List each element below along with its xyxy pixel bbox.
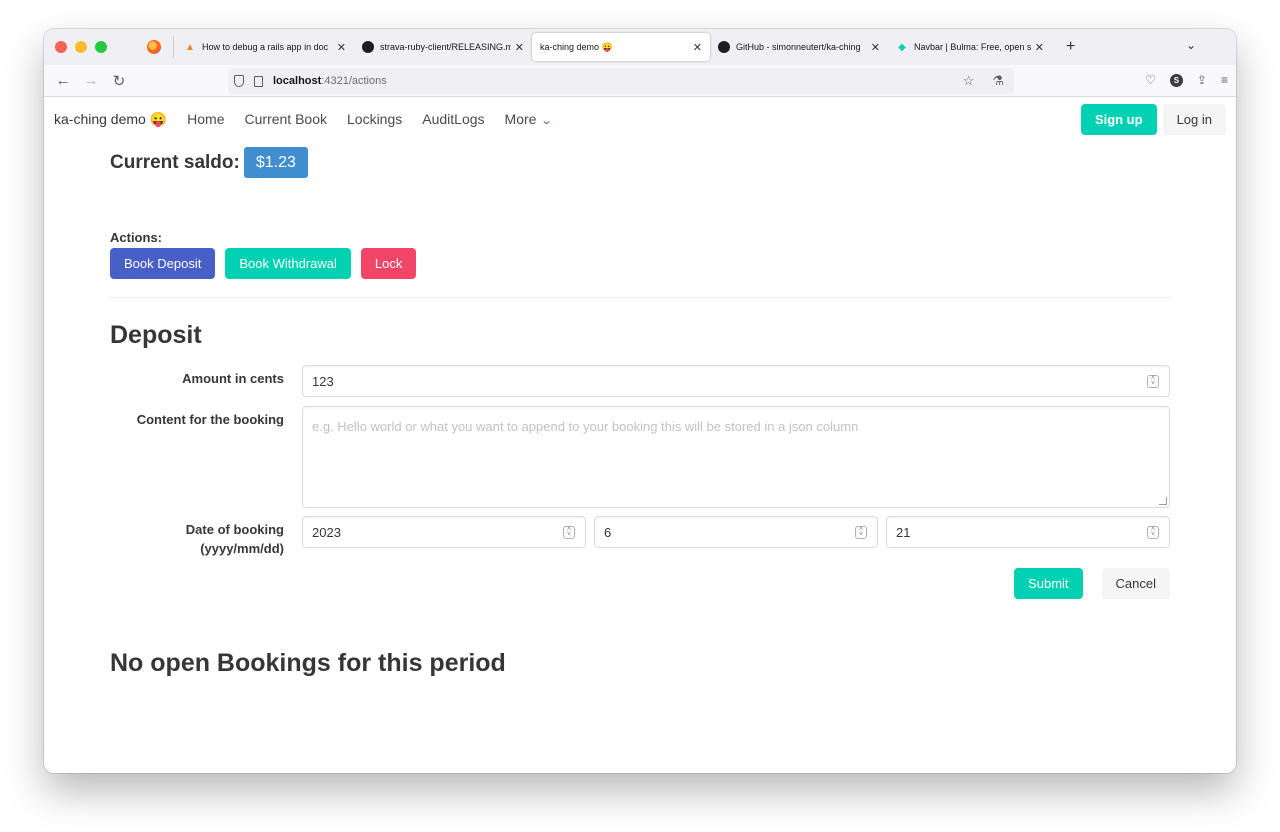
github-icon — [362, 41, 374, 53]
tab-label: Navbar | Bulma: Free, open sour — [914, 42, 1031, 52]
tab-debug-rails[interactable]: ▲ How to debug a rails app in doc ✕ — [176, 33, 354, 61]
actions-label: Actions: — [110, 230, 162, 245]
amount-value: 123 — [312, 373, 334, 389]
site-navbar: ka-ching demo 😛 Home Current Book Lockin… — [44, 97, 1236, 141]
tab-separator — [173, 36, 174, 58]
forward-icon[interactable]: → — [77, 72, 105, 89]
nav-auditlogs[interactable]: AuditLogs — [422, 111, 484, 127]
menu-icon[interactable]: ≡ — [1221, 73, 1228, 87]
date-label: Date of booking (yyyy/mm/dd) — [185, 522, 284, 556]
divider — [110, 297, 1170, 298]
brand-link[interactable]: ka-ching demo 😛 — [54, 111, 167, 128]
url-bar[interactable]: localhost:4321/actions ☆ ⚗ — [228, 68, 1014, 94]
cancel-button[interactable]: Cancel — [1101, 568, 1170, 599]
close-icon[interactable]: ✕ — [871, 41, 880, 54]
tab-label: How to debug a rails app in doc — [202, 42, 329, 52]
saldo-label: Current saldo: — [110, 151, 240, 173]
close-icon[interactable]: ✕ — [693, 41, 702, 54]
book-withdrawal-button[interactable]: Book Withdrawal — [225, 248, 351, 279]
page-icon — [254, 75, 263, 87]
saldo-badge: $1.23 — [243, 147, 308, 178]
reload-icon[interactable]: ↻ — [105, 72, 133, 90]
shield-icon — [234, 75, 244, 87]
close-window-button[interactable] — [55, 41, 67, 53]
signup-button[interactable]: Sign up — [1080, 104, 1157, 135]
nav-current-book[interactable]: Current Book — [245, 111, 327, 127]
content-placeholder: e.g. Hello world or what you want to app… — [312, 419, 859, 434]
github-icon — [718, 41, 730, 53]
url-text[interactable]: localhost:4321/actions — [273, 75, 387, 87]
share-icon[interactable]: ⇪ — [1197, 73, 1207, 87]
resize-handle-icon[interactable] — [1159, 497, 1167, 505]
lock-button[interactable]: Lock — [360, 248, 417, 279]
url-path: :4321/actions — [321, 75, 387, 87]
nav-more-label: More — [504, 111, 537, 127]
url-host: localhost — [273, 75, 322, 87]
close-icon[interactable]: ✕ — [515, 41, 524, 54]
tab-bulma[interactable]: ◆ Navbar | Bulma: Free, open sour ✕ — [888, 33, 1052, 61]
year-value: 2023 — [312, 524, 341, 540]
year-input[interactable]: 2023 ˄ ˅ — [302, 516, 586, 548]
book-deposit-button[interactable]: Book Deposit — [110, 248, 216, 279]
browser-window: ▲ How to debug a rails app in doc ✕ stra… — [44, 29, 1236, 773]
deposit-title: Deposit — [110, 321, 202, 349]
submit-button[interactable]: Submit — [1014, 568, 1083, 599]
day-input[interactable]: 21 ˄ ˅ — [886, 516, 1170, 548]
star-icon[interactable]: ☆ — [963, 73, 975, 89]
firefox-icon[interactable] — [147, 40, 161, 54]
main-content: Current saldo: $1.23 Actions: Book Depos… — [110, 147, 1170, 677]
stepper-icon[interactable]: ˄ ˅ — [1147, 526, 1159, 539]
month-input[interactable]: 6 ˄ ˅ — [594, 516, 878, 548]
tab-github-ka-ching[interactable]: GitHub - simonneutert/ka-ching ✕ — [710, 33, 888, 61]
chevron-down-icon: ⌄ — [540, 115, 554, 127]
extension-icon[interactable]: ⚗ — [992, 73, 1004, 89]
pocket-icon[interactable]: ♡ — [1145, 73, 1156, 87]
form-buttons: Submit Cancel — [1014, 568, 1170, 599]
new-tab-icon[interactable]: + — [1066, 38, 1075, 56]
web-page: ka-ching demo 😛 Home Current Book Lockin… — [44, 97, 1236, 773]
amount-label: Amount in cents — [182, 371, 284, 386]
bookings-heading: No open Bookings for this period — [110, 649, 506, 677]
actions-row: Book Deposit Book Withdrawal Lock — [110, 248, 417, 279]
login-button[interactable]: Log in — [1162, 104, 1226, 135]
browser-toolbar: ← → ↻ localhost:4321/actions ☆ ⚗ ♡ S ⇪ ≡ — [44, 65, 1236, 97]
tab-label: strava-ruby-client/RELEASING.m — [380, 42, 511, 52]
chevron-down-icon[interactable]: ⌄ — [1186, 38, 1196, 52]
content-textarea[interactable]: e.g. Hello world or what you want to app… — [302, 406, 1170, 508]
content-label: Content for the booking — [136, 412, 284, 427]
back-icon[interactable]: ← — [49, 72, 77, 89]
tab-label: GitHub - simonneutert/ka-ching — [736, 42, 861, 52]
stackoverflow-icon: ▲ — [185, 41, 195, 53]
stepper-icon[interactable]: ˄ ˅ — [855, 526, 867, 539]
day-value: 21 — [896, 524, 911, 540]
tab-label: ka-ching demo 😛 — [540, 41, 613, 52]
minimize-window-button[interactable] — [75, 41, 87, 53]
tab-strava[interactable]: strava-ruby-client/RELEASING.m ✕ — [354, 33, 532, 61]
bulma-icon: ◆ — [898, 41, 906, 53]
month-value: 6 — [604, 524, 612, 540]
close-icon[interactable]: ✕ — [337, 41, 346, 54]
nav-home[interactable]: Home — [187, 111, 224, 127]
amount-input[interactable]: 123 ˄ ˅ — [302, 365, 1170, 397]
close-icon[interactable]: ✕ — [1035, 41, 1044, 54]
nav-lockings[interactable]: Lockings — [347, 111, 402, 127]
tab-strip: ▲ How to debug a rails app in doc ✕ stra… — [44, 29, 1236, 65]
stepper-icon[interactable]: ˄ ˅ — [563, 526, 575, 539]
saldo-row: Current saldo: $1.23 — [110, 147, 1170, 178]
stepper-icon[interactable]: ˄ ˅ — [1147, 375, 1159, 388]
nav-more[interactable]: More ⌄ — [504, 111, 554, 127]
maximize-window-button[interactable] — [95, 41, 107, 53]
tab-ka-ching[interactable]: ka-ching demo 😛 ✕ — [532, 33, 710, 61]
window-controls — [55, 41, 135, 53]
account-icon[interactable]: S — [1169, 73, 1183, 87]
